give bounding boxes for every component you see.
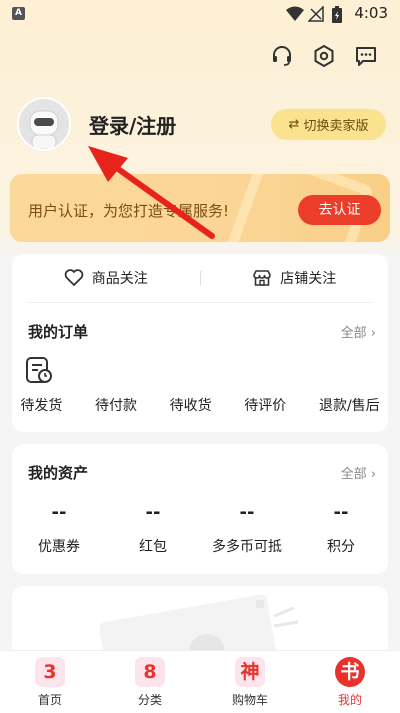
home-icon: 3 <box>35 657 65 687</box>
tab-category[interactable]: 8 分类 <box>100 651 200 713</box>
mine-icon: 书 <box>335 657 365 687</box>
tab-label: 我的 <box>337 693 362 707</box>
tab-cart[interactable]: 神 购物车 <box>200 651 300 713</box>
bottom-tab-bar: 3 首页 8 分类 神 购物车 书 我的 <box>0 650 400 713</box>
cart-icon: 神 <box>235 657 265 687</box>
tab-home[interactable]: 3 首页 <box>0 651 100 713</box>
tab-label: 分类 <box>137 693 162 707</box>
tab-label: 购物车 <box>231 693 268 707</box>
category-icon: 8 <box>135 657 165 687</box>
tab-mine[interactable]: 书 我的 <box>300 651 400 713</box>
tab-label: 首页 <box>37 693 62 707</box>
annotation-arrow <box>88 146 215 239</box>
